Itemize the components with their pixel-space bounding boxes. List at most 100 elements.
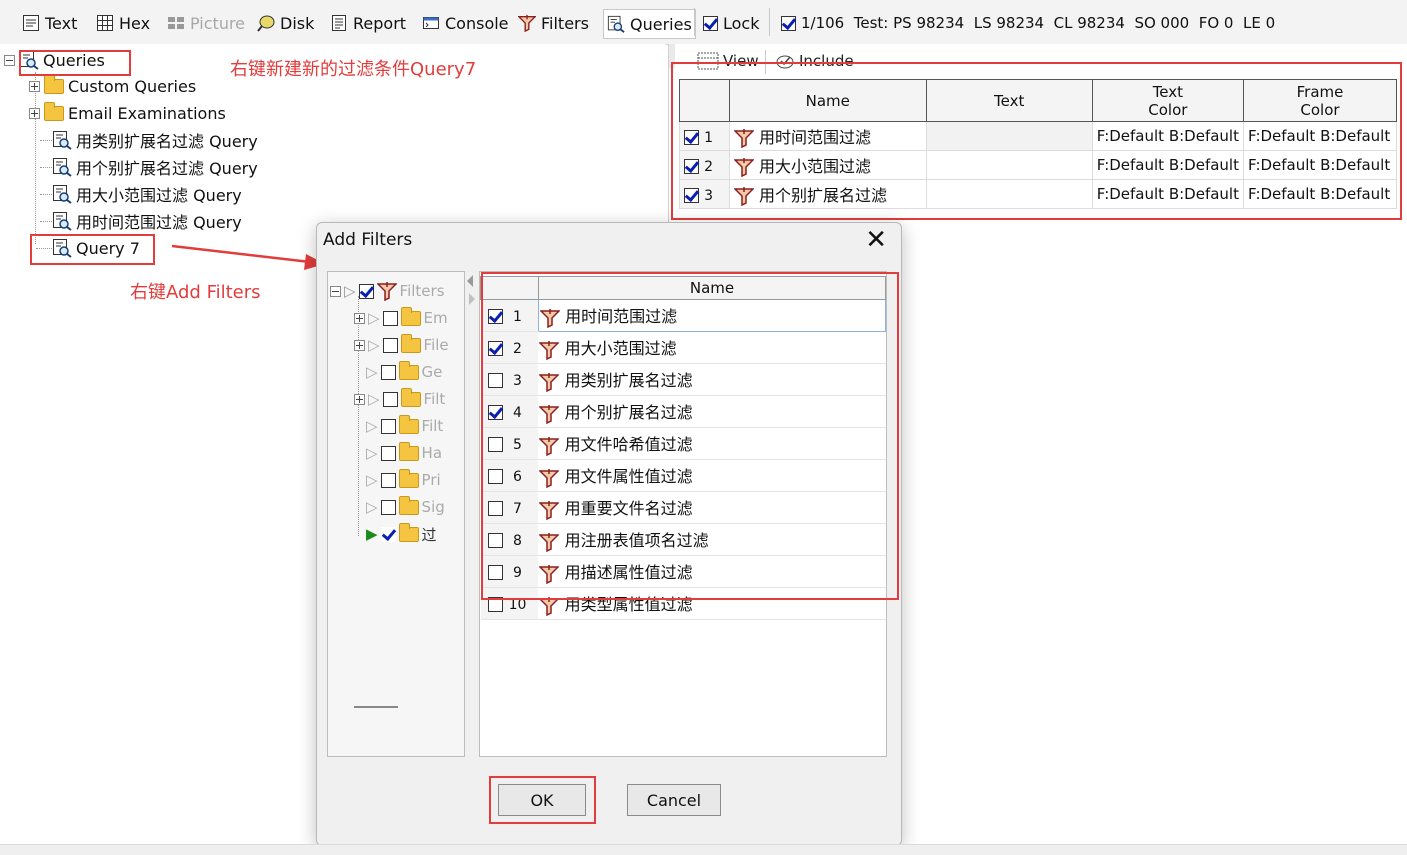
query-icon	[53, 185, 72, 204]
report-view-button[interactable]: Report	[330, 10, 406, 36]
highlight-box	[671, 62, 1402, 220]
arrow-icon: ▷	[366, 417, 378, 435]
tree-line	[358, 296, 359, 536]
arrow-icon: ▷	[368, 309, 380, 327]
tree-checkbox[interactable]	[382, 310, 398, 326]
tree-item-query[interactable]: 用类别扩展名过滤 Query	[52, 128, 258, 152]
console-view-label: Console	[445, 13, 509, 33]
arrow-icon: ▷	[368, 390, 380, 408]
filter-tree-item[interactable]: ▷ Em	[354, 306, 448, 329]
arrow-icon: ▷	[366, 363, 378, 381]
arrow-icon: ▷	[366, 498, 378, 516]
arrow-icon: ▷	[368, 336, 380, 354]
folder-icon	[44, 74, 64, 94]
hex-view-icon	[97, 15, 113, 31]
filter-tree-item[interactable]: ▷ Pri	[366, 468, 441, 491]
filter-tree-item[interactable]: ▷ Filt	[354, 387, 445, 410]
tree-label: Filters	[399, 282, 445, 300]
queries-view-button[interactable]: Queries	[603, 9, 696, 39]
splitter-right-arrow-icon[interactable]	[469, 293, 475, 305]
queries-view-label: Queries	[630, 14, 692, 34]
picture-view-button[interactable]: Picture	[167, 10, 245, 36]
filter-tree-item[interactable]: ▷ Ha	[366, 441, 443, 464]
tree-label: 过	[421, 525, 437, 544]
tree-item-label: Email Examinations	[68, 103, 226, 123]
expand-icon[interactable]	[29, 107, 40, 119]
disk-view-label: Disk	[280, 13, 315, 33]
selected-arrow-icon: ▶	[366, 525, 378, 543]
tree-line	[40, 167, 52, 168]
tree-item-query[interactable]: 用大小范围过滤 Query	[52, 182, 242, 206]
folder-icon	[400, 306, 421, 326]
tree-item-label: 用大小范围过滤 Query	[76, 186, 242, 205]
tree-checkbox[interactable]	[380, 418, 396, 434]
annotation-text: 右键新建新的过滤条件Query7	[230, 59, 477, 80]
tree-checkbox[interactable]	[382, 337, 398, 353]
filter-icon	[376, 282, 397, 301]
close-icon[interactable]: ✕	[865, 227, 887, 253]
lock-checkbox[interactable]: Lock	[703, 10, 759, 36]
tree-checkbox[interactable]	[380, 526, 396, 542]
tree-checkbox[interactable]	[380, 364, 396, 380]
filter-tree-item[interactable]: ▷ Ge	[366, 360, 442, 383]
tree-item-label: 用个别扩展名过滤 Query	[76, 159, 258, 178]
horizontal-scrollbar[interactable]	[0, 844, 1407, 855]
highlight-box	[489, 776, 596, 824]
filter-tree-item[interactable]: ▷ File	[354, 333, 449, 356]
tree-item-email-examinations[interactable]: Email Examinations	[29, 101, 226, 125]
tree-checkbox[interactable]	[380, 499, 396, 515]
expand-icon[interactable]	[354, 393, 365, 405]
tree-line	[40, 221, 52, 222]
folder-icon	[400, 387, 421, 407]
cancel-button[interactable]: Cancel	[627, 784, 721, 816]
expand-icon[interactable]	[354, 339, 365, 351]
expand-icon[interactable]	[354, 312, 365, 324]
tree-item-query[interactable]: 用个别扩展名过滤 Query	[52, 155, 258, 179]
query-icon	[53, 131, 72, 150]
collapse-icon[interactable]	[330, 285, 341, 297]
hex-view-label: Hex	[119, 13, 151, 33]
disk-view-button[interactable]: Disk	[257, 10, 314, 36]
tree-label: Pri	[421, 471, 441, 489]
tree-label: Ha	[421, 444, 443, 462]
text-view-button[interactable]: Text	[22, 10, 77, 36]
splitter[interactable]	[467, 271, 475, 757]
hex-view-button[interactable]: Hex	[96, 10, 150, 36]
tree-checkbox[interactable]	[358, 283, 374, 299]
arrow-icon: ▷	[344, 282, 356, 300]
text-view-icon	[23, 15, 39, 31]
tree-checkbox[interactable]	[380, 472, 396, 488]
query-icon	[53, 158, 72, 177]
arrow-icon: ▷	[366, 471, 378, 489]
expand-icon[interactable]	[29, 80, 40, 92]
filter-tree-item-selected[interactable]: ▶ 过	[366, 522, 437, 545]
query-icon	[607, 15, 625, 33]
console-view-button[interactable]: Console	[422, 10, 509, 36]
filter-tree-item[interactable]: ▷ Filt	[366, 414, 444, 437]
annotation-text: 右键Add Filters	[130, 282, 261, 303]
tree-label: Filt	[421, 417, 444, 435]
status-check-icon	[781, 15, 796, 31]
tree-item-label: 用类别扩展名过滤 Query	[76, 132, 258, 151]
filter-tree-root[interactable]: ▷ Filters	[330, 280, 445, 302]
folder-icon	[398, 414, 419, 434]
lock-label: Lock	[723, 13, 760, 33]
tree-checkbox[interactable]	[382, 391, 398, 407]
query-icon	[53, 212, 72, 231]
tree-checkbox[interactable]	[380, 445, 396, 461]
splitter-left-arrow-icon[interactable]	[467, 275, 473, 287]
filters-view-label: Filters	[541, 13, 589, 33]
scroll-indicator[interactable]	[354, 706, 398, 708]
collapse-icon[interactable]	[4, 54, 15, 66]
status-text: 1/106 Test: PS 98234 LS 98234 CL 98234 S…	[801, 14, 1276, 32]
tree-item-query[interactable]: 用时间范围过滤 Query	[52, 209, 242, 233]
folder-icon	[44, 101, 64, 121]
filter-tree-item[interactable]: ▷ Sig	[366, 495, 445, 518]
add-filters-dialog: Add Filters ✕ ▷ Filters ▷ Em ▷ File ▷ Ge ▷ F…	[316, 222, 902, 846]
tree-item-custom-queries[interactable]: Custom Queries	[29, 74, 196, 98]
highlight-box	[30, 234, 155, 265]
status-readout: 1/106 Test: PS 98234 LS 98234 CL 98234 S…	[781, 10, 1275, 36]
toolbar-separator	[694, 8, 695, 36]
highlight-box	[19, 50, 131, 76]
filters-view-button[interactable]: Filters	[518, 10, 589, 36]
